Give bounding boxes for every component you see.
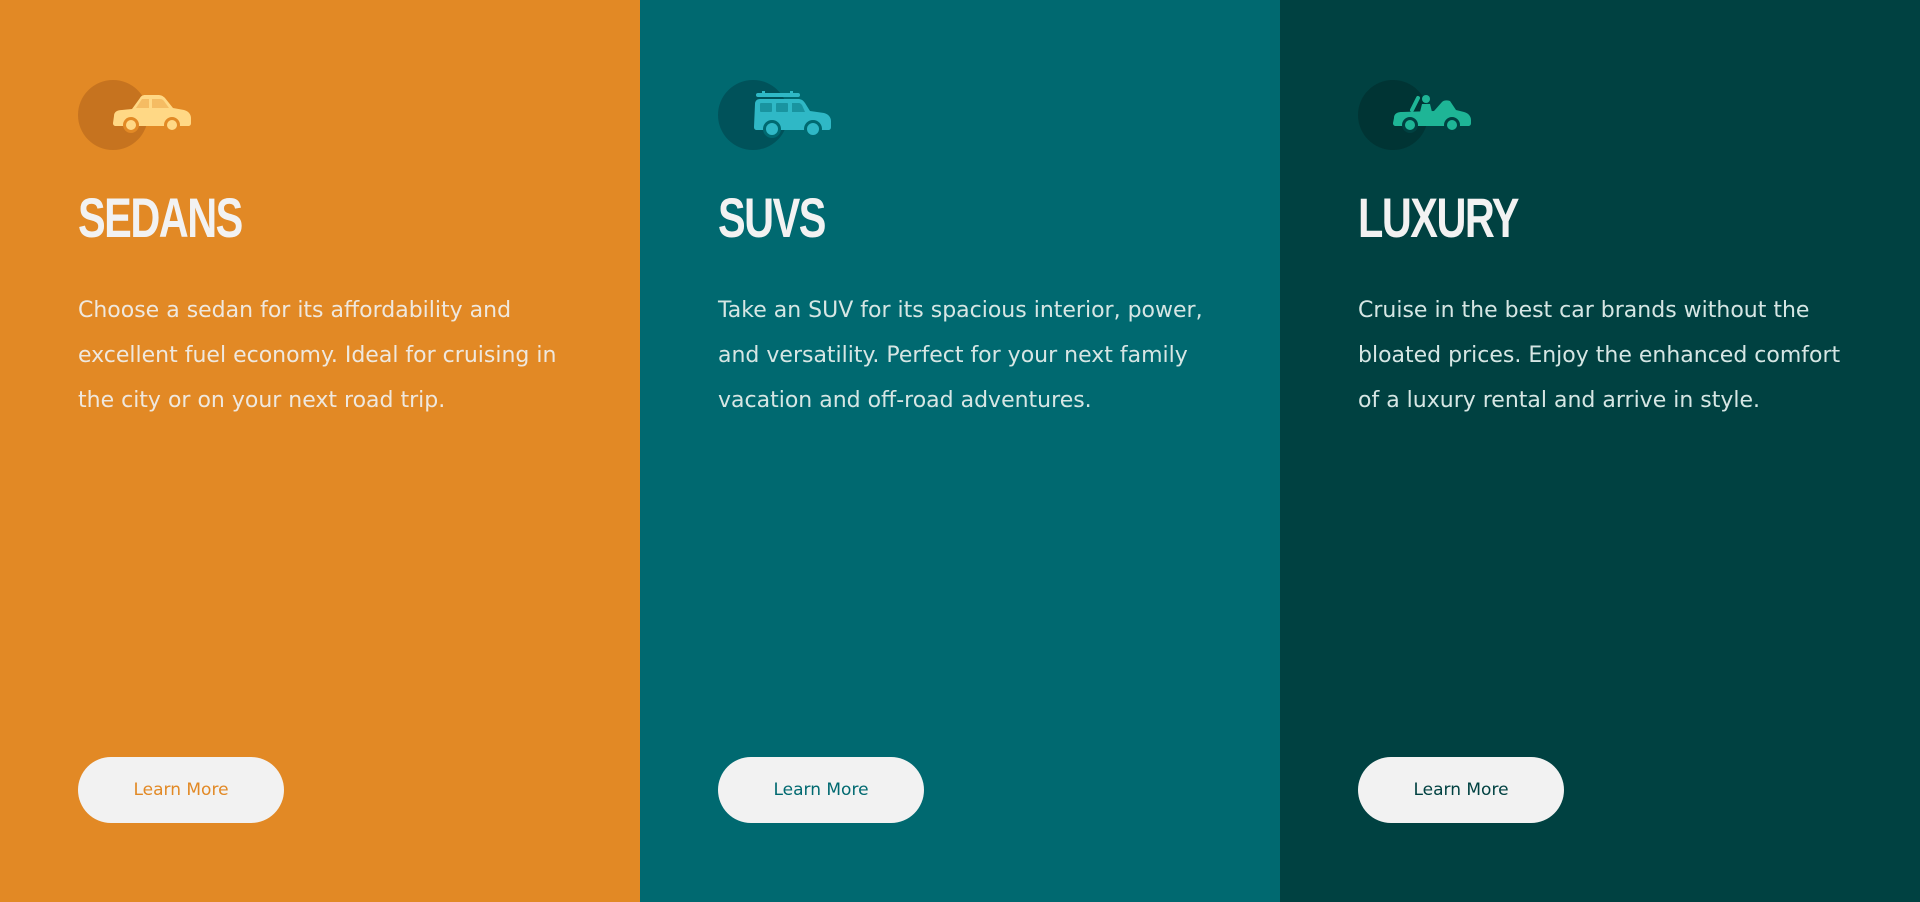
card-title: LUXURY [1358, 186, 1519, 249]
card-description: Choose a sedan for its affordability and… [78, 298, 557, 413]
card-description: Take an SUV for its spacious interior, p… [718, 298, 1203, 413]
learn-more-button[interactable]: Learn More [78, 757, 284, 823]
suv-card: SUVS Take an SUV for its spacious interi… [640, 0, 1280, 902]
learn-more-button[interactable]: Learn More [1358, 757, 1564, 823]
sedan-car-icon [113, 95, 191, 133]
learn-more-button[interactable]: Learn More [718, 757, 924, 823]
suv-icon-badge [718, 80, 838, 150]
card-description: Cruise in the best car brands without th… [1358, 298, 1841, 413]
sedan-card: SEDANS Choose a sedan for its affordabil… [0, 0, 640, 902]
card-title: SUVS [718, 186, 826, 249]
luxury-convertible-icon [1393, 95, 1471, 133]
card-title: SEDANS [78, 186, 243, 249]
luxury-card: LUXURY Cruise in the best car brands wit… [1280, 0, 1920, 902]
suv-car-icon [754, 91, 831, 138]
luxury-icon-badge [1358, 80, 1478, 150]
sedan-icon-badge [78, 80, 198, 150]
car-category-cards: SEDANS Choose a sedan for its affordabil… [0, 0, 1920, 902]
